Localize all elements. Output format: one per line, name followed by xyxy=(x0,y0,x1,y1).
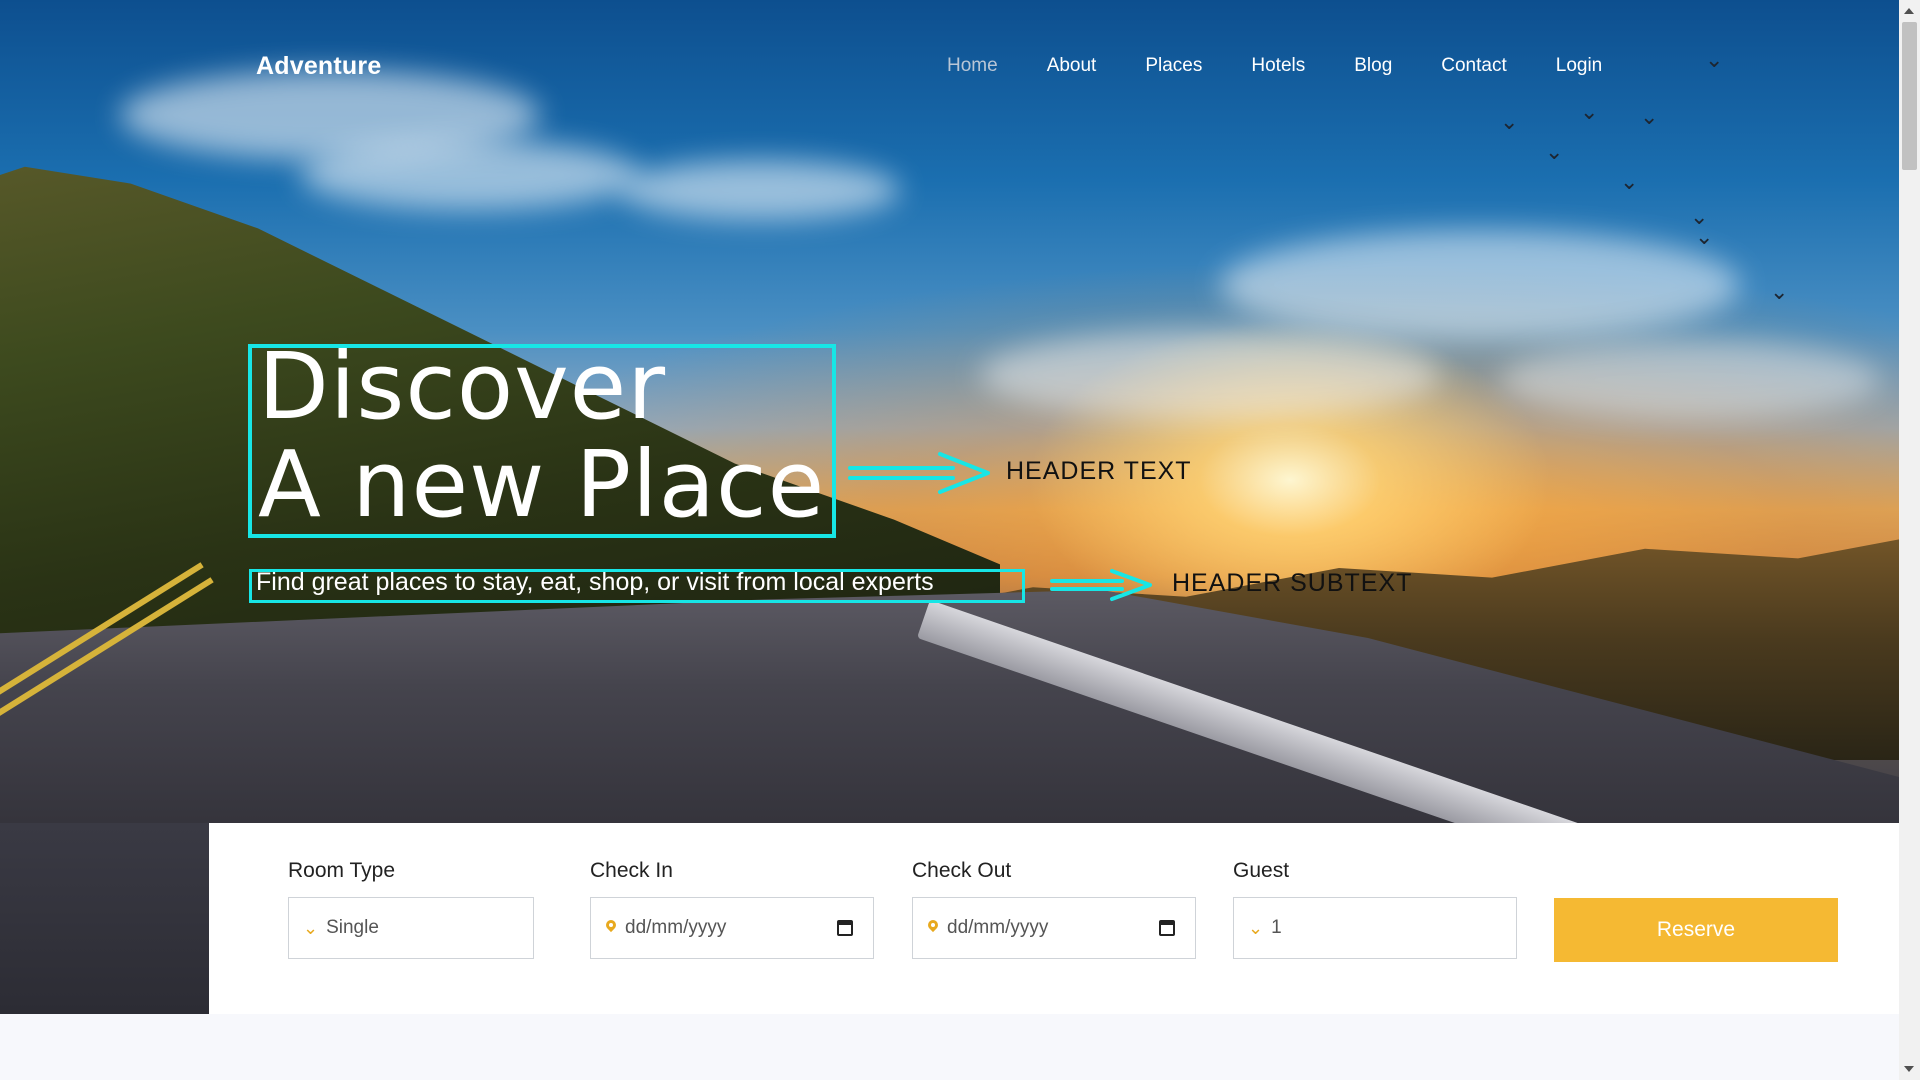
chevron-down-icon: ⌄ xyxy=(303,917,319,939)
map-pin-icon xyxy=(927,920,939,936)
nav-login[interactable]: Login xyxy=(1556,55,1603,77)
cloud xyxy=(620,160,900,220)
check-out-label: Check Out xyxy=(912,859,1012,882)
bird-icon: ⌄ xyxy=(1620,170,1639,195)
scrollbar-thumb[interactable] xyxy=(1902,22,1917,170)
hero-title-line1: Discover xyxy=(258,333,667,440)
chevron-down-icon: ⌄ xyxy=(1248,917,1264,939)
hero-title-line2: A new Place xyxy=(258,431,826,538)
vertical-scrollbar[interactable] xyxy=(1899,0,1920,1080)
arrow-right-icon xyxy=(848,452,990,494)
check-in-value: dd/mm/yyyy xyxy=(625,917,727,938)
bird-icon: ⌄ xyxy=(1545,140,1564,165)
hero-background-strip xyxy=(0,823,209,1014)
booking-form: Room Type ⌄ Single Check In dd/mm/yyyy C… xyxy=(209,823,1899,1014)
nav-places[interactable]: Places xyxy=(1145,55,1202,77)
cloud xyxy=(300,140,640,210)
check-out-field: Check Out dd/mm/yyyy xyxy=(912,859,1196,959)
hero-subtitle: Find great places to stay, eat, shop, or… xyxy=(256,568,934,596)
room-type-value: Single xyxy=(326,917,379,938)
guest-field: Guest ⌄ 1 xyxy=(1233,859,1517,959)
room-type-field: Room Type ⌄ Single xyxy=(288,859,534,959)
room-type-select[interactable]: ⌄ Single xyxy=(288,897,534,959)
main-nav: Home About Places Hotels Blog Contact Lo… xyxy=(947,55,1651,77)
nav-hotels[interactable]: Hotels xyxy=(1251,55,1305,77)
check-in-field: Check In dd/mm/yyyy xyxy=(590,859,874,959)
check-in-label: Check In xyxy=(590,859,673,882)
scroll-down-icon[interactable] xyxy=(1904,1066,1914,1072)
brand-logo[interactable]: Adventure xyxy=(256,52,381,81)
bird-icon: ⌄ xyxy=(1500,110,1519,135)
cloud xyxy=(1220,230,1740,340)
map-pin-icon xyxy=(605,920,617,936)
guest-value: 1 xyxy=(1271,917,1282,938)
bird-icon: ⌄ xyxy=(1580,100,1599,125)
nav-blog[interactable]: Blog xyxy=(1354,55,1392,77)
nav-about[interactable]: About xyxy=(1047,55,1097,77)
nav-home[interactable]: Home xyxy=(947,55,998,77)
guest-label: Guest xyxy=(1233,859,1290,882)
bird-icon: ⌄ xyxy=(1695,225,1714,250)
check-out-value: dd/mm/yyyy xyxy=(947,917,1049,938)
check-out-input[interactable]: dd/mm/yyyy xyxy=(912,897,1196,959)
cloud xyxy=(980,330,1440,420)
room-type-label: Room Type xyxy=(288,859,395,882)
arrow-right-icon xyxy=(1050,569,1152,601)
hero-title: Discover A new Place xyxy=(258,338,825,534)
guest-select[interactable]: ⌄ 1 xyxy=(1233,897,1517,959)
bird-icon: ⌄ xyxy=(1770,280,1789,305)
bird-icon: ⌄ xyxy=(1640,105,1659,130)
calendar-icon[interactable] xyxy=(1159,920,1175,936)
check-in-input[interactable]: dd/mm/yyyy xyxy=(590,897,874,959)
nav-contact[interactable]: Contact xyxy=(1441,55,1506,77)
cloud xyxy=(1500,340,1880,420)
annotation-header-text: HEADER TEXT xyxy=(1006,457,1192,485)
annotation-header-subtext: HEADER SUBTEXT xyxy=(1172,569,1413,597)
reserve-button[interactable]: Reserve xyxy=(1554,898,1838,962)
bird-icon: ⌄ xyxy=(1705,48,1724,73)
scroll-up-icon[interactable] xyxy=(1904,8,1914,14)
calendar-icon[interactable] xyxy=(837,920,853,936)
